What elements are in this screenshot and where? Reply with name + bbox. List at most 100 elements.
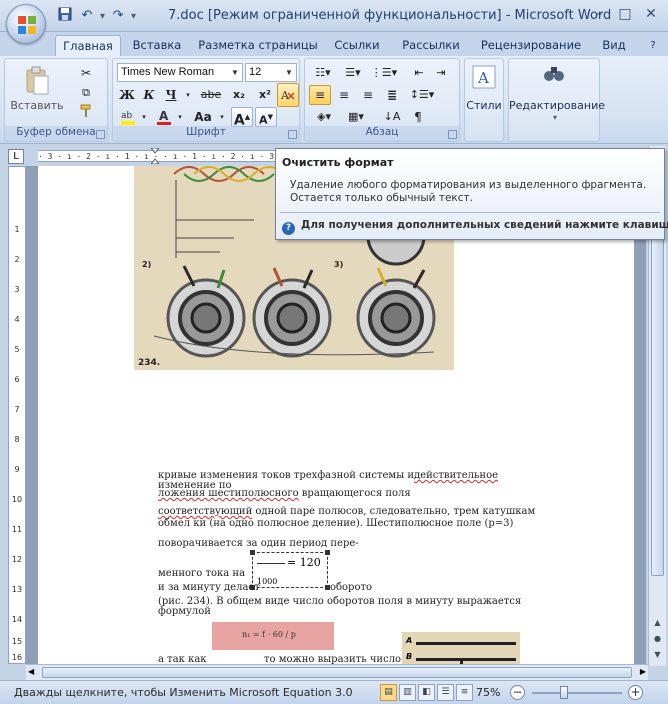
- redo-icon[interactable]: ↷: [109, 7, 127, 25]
- scroll-thumb[interactable]: [42, 667, 632, 678]
- help-icon[interactable]: ?: [644, 35, 662, 56]
- ribbon: Вставить ✂ ⧉ Буфер обмена Times New Roma…: [0, 56, 668, 144]
- bold-button[interactable]: Ж: [117, 85, 137, 105]
- italic-button[interactable]: К: [139, 85, 159, 105]
- chevron-down-icon[interactable]: ▼: [229, 65, 241, 80]
- tab-view[interactable]: Вид: [596, 35, 632, 56]
- numbering-button[interactable]: ☰▾: [339, 63, 367, 83]
- line-spacing-button[interactable]: ↕☰▾: [407, 85, 437, 105]
- tab-selector[interactable]: L: [8, 149, 24, 164]
- paragraph-group-label: Абзац: [305, 126, 459, 141]
- indent-marker[interactable]: [149, 147, 161, 165]
- tab-review[interactable]: Рецензирование: [476, 35, 586, 56]
- full-screen-reading-icon[interactable]: ▥: [399, 684, 416, 701]
- zoom-slider[interactable]: [532, 692, 622, 694]
- minimize-button[interactable]: –: [586, 4, 612, 24]
- close-button[interactable]: ✕: [638, 4, 664, 24]
- underline-button[interactable]: Ч: [161, 85, 181, 105]
- align-right-button[interactable]: ≡: [357, 85, 379, 105]
- font-size-combo[interactable]: 12 ▼: [245, 63, 297, 82]
- editing-label[interactable]: Редактирование: [509, 99, 605, 112]
- shading-button[interactable]: ◈▾: [309, 107, 339, 127]
- browse-object-icon[interactable]: ●: [651, 632, 664, 646]
- spelling-error[interactable]: ложения шестиполюсного: [158, 488, 299, 499]
- font-color-button[interactable]: A: [153, 107, 175, 127]
- copy-icon[interactable]: ⧉: [75, 83, 97, 103]
- zoom-out-icon[interactable]: −: [510, 685, 525, 700]
- paste-label: Вставить: [10, 99, 64, 112]
- tab-home[interactable]: Главная: [55, 35, 121, 56]
- web-layout-icon[interactable]: ◧: [418, 684, 435, 701]
- print-layout-view-icon[interactable]: ▤: [380, 684, 397, 701]
- subscript-button[interactable]: x₂: [227, 85, 251, 105]
- highlight-dropdown-icon[interactable]: ▾: [139, 107, 149, 127]
- zoom-level[interactable]: 75%: [476, 686, 500, 699]
- justify-button[interactable]: ≣: [381, 85, 403, 105]
- chevron-down-icon[interactable]: ▼: [283, 65, 295, 80]
- align-center-button[interactable]: ≡: [333, 85, 355, 105]
- paragraph-launcher-icon[interactable]: [448, 130, 457, 139]
- formula-image[interactable]: n₁ = f · 60 / p: [212, 622, 334, 650]
- font-launcher-icon[interactable]: [288, 130, 297, 139]
- diagram-image[interactable]: A B: [402, 632, 520, 664]
- office-button[interactable]: [6, 4, 46, 44]
- tab-page-layout[interactable]: Разметка страницы: [196, 35, 320, 56]
- align-left-button[interactable]: ≡: [309, 85, 331, 105]
- change-case-button[interactable]: Aa: [189, 107, 217, 127]
- tab-references[interactable]: Ссылки: [328, 35, 386, 56]
- save-icon[interactable]: [56, 7, 74, 25]
- font-color-dropdown-icon[interactable]: ▾: [175, 107, 185, 127]
- document-area: 2) 3) 234. кривые изменения токов трехфа…: [26, 166, 646, 664]
- equation-object[interactable]: = 120 1000: [250, 550, 330, 590]
- bullets-button[interactable]: ☷▾: [309, 63, 337, 83]
- strikethrough-button[interactable]: abe: [197, 85, 225, 105]
- find-binoculars-icon[interactable]: [539, 63, 569, 91]
- customize-qat-icon[interactable]: ▾: [131, 11, 136, 22]
- spelling-error[interactable]: действительное: [414, 470, 498, 481]
- format-painter-icon[interactable]: [75, 103, 97, 123]
- cut-icon[interactable]: ✂: [75, 63, 97, 83]
- borders-button[interactable]: ▦▾: [341, 107, 371, 127]
- paste-button[interactable]: [13, 63, 61, 121]
- highlight-color-button[interactable]: ab: [117, 107, 139, 127]
- paragraph-line: то можно выразить число: [264, 654, 401, 664]
- horizontal-scrollbar[interactable]: ◀ ▶: [26, 664, 648, 680]
- editing-dropdown-icon[interactable]: ▾: [509, 113, 601, 122]
- scroll-up-icon[interactable]: ▲: [651, 616, 664, 630]
- resize-handle[interactable]: [325, 550, 330, 555]
- svg-text:ab: ab: [121, 111, 133, 121]
- increase-indent-button[interactable]: ⇥: [431, 63, 451, 83]
- vertical-ruler-mark: 6: [14, 375, 20, 384]
- document-page[interactable]: 2) 3) 234. кривые изменения токов трехфа…: [38, 166, 634, 664]
- decrease-indent-button[interactable]: ⇤: [409, 63, 429, 83]
- multilevel-list-button[interactable]: ⋮☰▾: [369, 63, 399, 83]
- scroll-left-icon[interactable]: ◀: [28, 667, 34, 676]
- underline-dropdown-icon[interactable]: ▾: [183, 85, 193, 105]
- undo-icon[interactable]: ↶: [78, 7, 96, 25]
- styles-button[interactable]: A: [469, 63, 499, 123]
- text-run: (рис. 234). В общем виде число оборотов …: [158, 596, 522, 607]
- undo-dropdown-icon[interactable]: ▾: [100, 11, 105, 22]
- clipboard-launcher-icon[interactable]: [96, 130, 105, 139]
- draft-view-icon[interactable]: ≡: [456, 684, 473, 701]
- sort-button[interactable]: ↓A: [381, 107, 403, 127]
- tab-mailings[interactable]: Рассылки: [396, 35, 466, 56]
- shrink-font-button[interactable]: A▼: [255, 107, 277, 127]
- vertical-ruler[interactable]: 1 2 3 4 5 6 7 8 9 10 11 12 13 14 15 16: [8, 166, 26, 664]
- change-case-dropdown-icon[interactable]: ▾: [217, 107, 227, 127]
- resize-handle[interactable]: [250, 550, 255, 555]
- scroll-down-icon[interactable]: ▼: [651, 648, 664, 662]
- font-name-combo[interactable]: Times New Roman ▼: [117, 63, 243, 82]
- outline-view-icon[interactable]: ☰: [437, 684, 454, 701]
- scroll-right-icon[interactable]: ▶: [640, 667, 646, 676]
- clear-formatting-button[interactable]: A: [277, 83, 299, 107]
- zoom-in-icon[interactable]: +: [628, 685, 643, 700]
- maximize-button[interactable]: □: [612, 4, 638, 24]
- spelling-error[interactable]: соответствующий: [158, 506, 252, 517]
- grow-font-button[interactable]: A▲: [231, 107, 253, 129]
- scroll-thumb[interactable]: [651, 226, 664, 576]
- show-marks-button[interactable]: ¶: [407, 107, 429, 127]
- zoom-slider-thumb[interactable]: [560, 686, 568, 699]
- superscript-button[interactable]: x²: [253, 85, 277, 105]
- tab-insert[interactable]: Вставка: [128, 35, 186, 56]
